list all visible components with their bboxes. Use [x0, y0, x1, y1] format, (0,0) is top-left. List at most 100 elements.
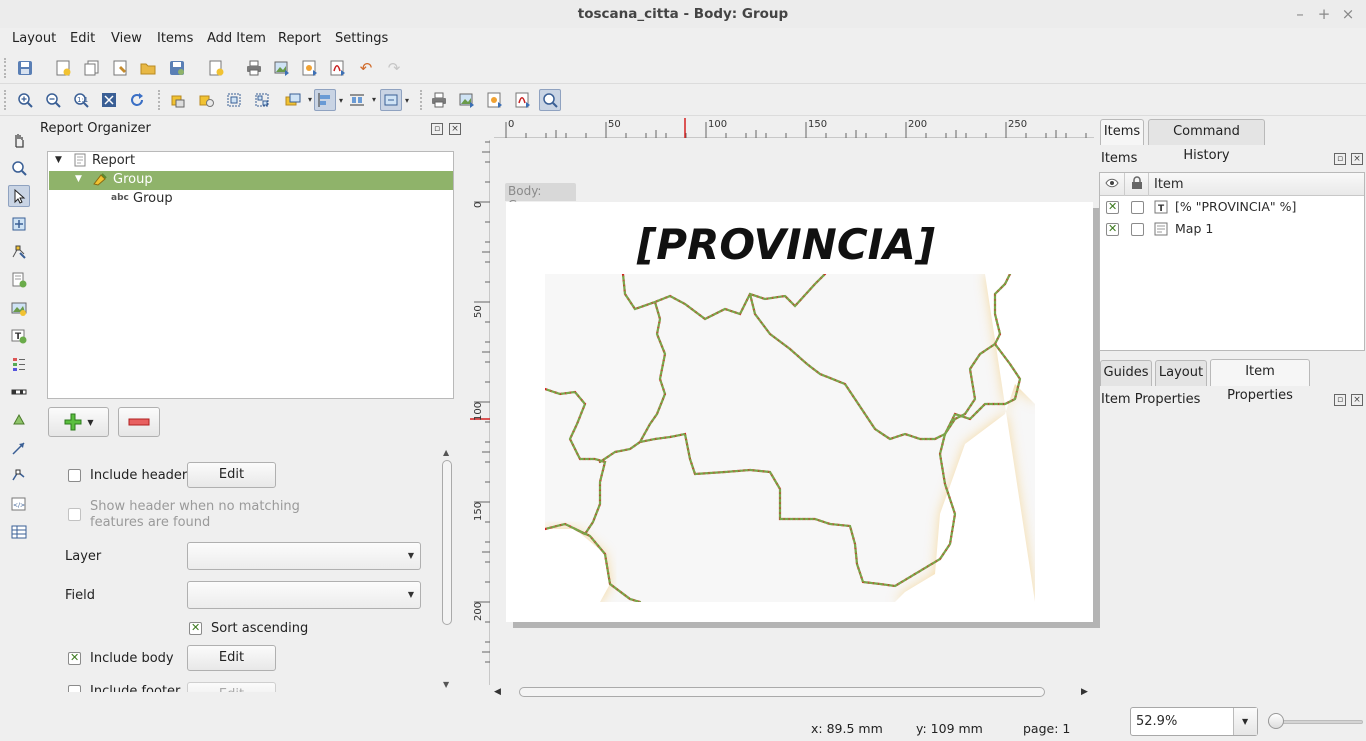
organizer-scrollbar[interactable]: ▲ ▼	[441, 448, 453, 690]
maximize-icon[interactable]: +	[1314, 4, 1334, 24]
add-label-icon[interactable]: T	[8, 325, 30, 347]
new-layout-icon[interactable]	[52, 57, 74, 79]
menu-report[interactable]: Report	[278, 31, 321, 46]
zoom-actual-icon[interactable]: 1:1	[70, 89, 92, 111]
add-attribute-table-icon[interactable]	[8, 521, 30, 543]
add-html-icon[interactable]: </>	[8, 493, 30, 515]
edit-nodes-icon[interactable]	[8, 241, 30, 263]
add-shape-icon[interactable]	[8, 409, 30, 431]
tab-guides[interactable]: Guides	[1100, 360, 1152, 386]
item-lock-checkbox[interactable]	[1131, 201, 1144, 214]
close-icon[interactable]: ×	[1338, 4, 1358, 24]
save-as-template-icon[interactable]	[166, 57, 188, 79]
zoom-full-icon[interactable]	[98, 89, 120, 111]
refresh-icon[interactable]	[126, 89, 148, 111]
select-cursor-icon[interactable]	[8, 185, 30, 207]
zoom-dropdown-icon[interactable]	[1233, 708, 1257, 735]
float-panel-icon[interactable]: ▫	[1334, 153, 1346, 165]
scroll-thumb[interactable]	[442, 460, 452, 625]
collapse-arrow-icon[interactable]: ▼	[75, 174, 82, 184]
item-lock-checkbox[interactable]	[1131, 223, 1144, 236]
distribute-items-icon[interactable]	[346, 89, 376, 111]
tab-item-properties[interactable]: Item Properties	[1210, 359, 1310, 403]
remove-section-button[interactable]	[118, 407, 160, 437]
close-panel-icon[interactable]: ×	[449, 123, 461, 135]
atlas-print-icon[interactable]	[428, 89, 450, 111]
toolbar-grip[interactable]	[420, 90, 424, 110]
zoom-out-icon[interactable]	[42, 89, 64, 111]
group-items-icon[interactable]	[223, 89, 245, 111]
toolbar-grip[interactable]	[4, 90, 8, 110]
add-pages-icon[interactable]	[205, 57, 227, 79]
layer-combo[interactable]	[187, 542, 421, 570]
ungroup-items-icon[interactable]	[251, 89, 273, 111]
float-panel-icon[interactable]: ▫	[1334, 394, 1346, 406]
add-map-icon[interactable]	[8, 269, 30, 291]
align-items-icon[interactable]	[314, 89, 343, 111]
collapse-arrow-icon[interactable]: ▼	[55, 155, 62, 165]
tab-command-history[interactable]: Command History	[1148, 119, 1265, 163]
menu-view[interactable]: View	[111, 31, 142, 46]
tree-item-group-field[interactable]: abc Group	[49, 190, 453, 209]
report-export-svg-icon[interactable]	[484, 89, 506, 111]
zoom-slider-handle[interactable]	[1268, 713, 1284, 729]
report-settings-icon[interactable]	[539, 89, 561, 111]
scroll-up-icon[interactable]: ▲	[443, 448, 449, 457]
minimize-icon[interactable]: –	[1290, 4, 1310, 24]
sort-ascending-checkbox[interactable]	[189, 621, 202, 635]
scroll-down-icon[interactable]: ▼	[443, 680, 449, 689]
add-node-item-icon[interactable]	[8, 465, 30, 487]
pan-hand-icon[interactable]	[8, 129, 30, 151]
report-export-pdf-icon[interactable]	[512, 89, 534, 111]
float-panel-icon[interactable]: ▫	[431, 123, 443, 135]
item-visible-checkbox[interactable]	[1106, 200, 1119, 214]
field-combo[interactable]	[187, 581, 421, 609]
add-scalebar-icon[interactable]	[8, 381, 30, 403]
export-image-icon[interactable]	[271, 57, 293, 79]
menu-items[interactable]: Items	[157, 31, 193, 46]
zoom-tool-icon[interactable]	[8, 157, 30, 179]
open-folder-icon[interactable]	[137, 57, 159, 79]
menu-settings[interactable]: Settings	[335, 31, 388, 46]
item-visible-checkbox[interactable]	[1106, 222, 1119, 236]
items-row[interactable]: T [% "PROVINCIA" %]	[1100, 197, 1364, 219]
canvas-h-scrollbar[interactable]: ◀ ▶	[494, 686, 1090, 700]
duplicate-layout-icon[interactable]	[81, 57, 103, 79]
items-row[interactable]: Map 1	[1100, 219, 1364, 241]
layout-manager-icon[interactable]	[109, 57, 131, 79]
layout-page[interactable]: [PROVINCIA]	[506, 202, 1093, 622]
undo-icon[interactable]: ↶	[355, 57, 377, 79]
h-scroll-thumb[interactable]	[519, 687, 1045, 697]
report-export-image-icon[interactable]	[456, 89, 478, 111]
menu-edit[interactable]: Edit	[70, 31, 95, 46]
edit-footer-button[interactable]: Edit	[187, 682, 276, 692]
scroll-right-icon[interactable]: ▶	[1081, 687, 1088, 697]
add-picture-icon[interactable]	[8, 297, 30, 319]
export-svg-icon[interactable]	[299, 57, 321, 79]
close-panel-icon[interactable]: ×	[1351, 394, 1363, 406]
tree-item-group-section[interactable]: ▼ Group	[49, 171, 453, 190]
toolbar-grip[interactable]	[158, 90, 162, 110]
export-pdf-icon[interactable]	[327, 57, 349, 79]
show-header-checkbox[interactable]	[68, 508, 81, 521]
menu-add-item[interactable]: Add Item	[207, 31, 266, 46]
include-body-checkbox[interactable]	[68, 651, 81, 665]
tab-items[interactable]: Items	[1100, 119, 1144, 145]
scroll-left-icon[interactable]: ◀	[494, 687, 501, 697]
unlock-items-icon[interactable]	[195, 89, 217, 111]
tree-item-report[interactable]: ▼ Report	[49, 152, 453, 171]
include-footer-checkbox[interactable]	[68, 685, 81, 692]
lock-items-icon[interactable]	[167, 89, 189, 111]
edit-body-button[interactable]: Edit	[187, 645, 276, 671]
include-header-checkbox[interactable]	[68, 469, 81, 482]
menu-layout[interactable]: Layout	[12, 31, 56, 46]
zoom-combo[interactable]: 52.9%	[1130, 707, 1258, 736]
toolbar-grip[interactable]	[4, 58, 8, 78]
raise-items-icon[interactable]	[282, 89, 312, 111]
map-item[interactable]	[545, 274, 1035, 602]
add-legend-icon[interactable]	[8, 353, 30, 375]
add-section-button[interactable]: ▼	[48, 407, 109, 437]
save-icon[interactable]	[14, 57, 36, 79]
zoom-in-icon[interactable]	[14, 89, 36, 111]
edit-header-button[interactable]: Edit	[187, 462, 276, 488]
